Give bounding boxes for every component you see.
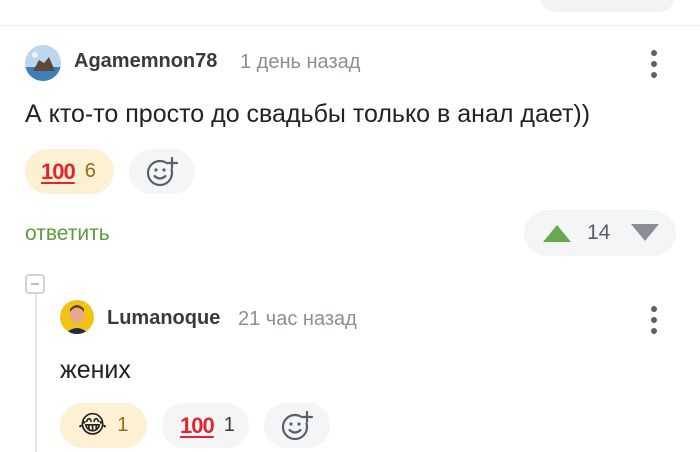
comment-text: А кто-то просто до свадьбы только в анал… bbox=[25, 100, 591, 128]
comment-author[interactable]: Agamemnon78 bbox=[74, 50, 217, 73]
reaction-count: 1 bbox=[223, 414, 235, 436]
thread-line[interactable] bbox=[35, 292, 37, 452]
reaction-laughing[interactable]: 😂 1 bbox=[60, 403, 147, 448]
reaction-count: 1 bbox=[117, 414, 129, 436]
avatar-image bbox=[25, 45, 61, 81]
more-options-icon[interactable] bbox=[650, 306, 658, 334]
comment-time: 21 час назад bbox=[238, 308, 357, 330]
comment-time: 1 день назад bbox=[240, 51, 361, 73]
reaction-count: 6 bbox=[84, 160, 96, 182]
avatar[interactable] bbox=[25, 45, 61, 81]
hundred-points-icon: 100 bbox=[180, 412, 215, 438]
rating-count: 14 bbox=[587, 221, 611, 244]
comment-author[interactable]: Lumanoque bbox=[107, 307, 220, 330]
reaction-100[interactable]: 100 6 bbox=[25, 149, 114, 194]
hundred-points-icon: 100 bbox=[41, 158, 76, 184]
more-options-icon[interactable] bbox=[650, 50, 658, 78]
comment-divider bbox=[0, 25, 700, 26]
face-with-tears-of-joy-icon: 😂 bbox=[78, 411, 108, 439]
comment-text: жених bbox=[60, 356, 131, 384]
add-reaction-button[interactable] bbox=[264, 403, 330, 448]
previous-comment-vote-pill bbox=[540, 0, 675, 12]
avatar[interactable] bbox=[60, 300, 94, 334]
reply-link[interactable]: ответить bbox=[25, 222, 110, 246]
vote-control: 14 bbox=[524, 210, 676, 256]
reaction-100[interactable]: 100 1 bbox=[162, 403, 249, 448]
add-reaction-button[interactable] bbox=[129, 149, 195, 194]
avatar-image bbox=[60, 300, 94, 334]
add-reaction-icon bbox=[146, 156, 179, 186]
upvote-icon[interactable] bbox=[541, 223, 573, 243]
add-reaction-icon bbox=[281, 410, 314, 440]
downvote-icon[interactable] bbox=[629, 223, 661, 243]
collapse-thread-button[interactable] bbox=[25, 274, 45, 294]
